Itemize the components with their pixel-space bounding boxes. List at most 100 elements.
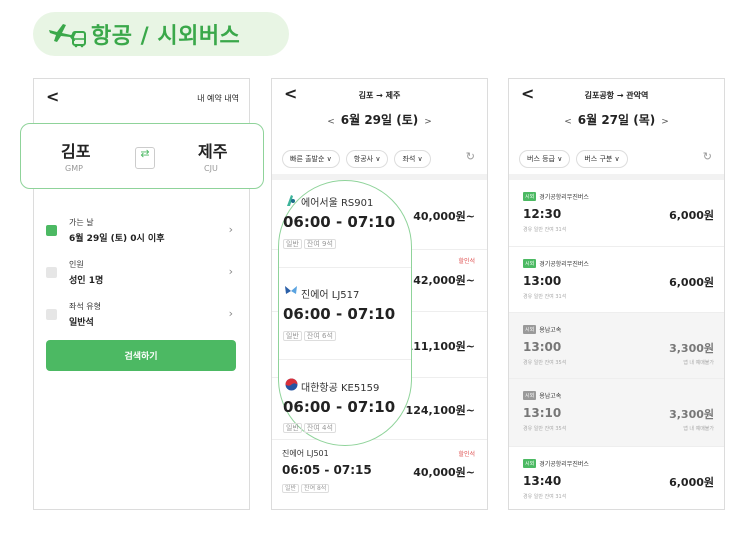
divider bbox=[279, 359, 411, 360]
departure-time: 13:00 bbox=[523, 274, 562, 288]
discount-badge: 할인석 bbox=[458, 451, 475, 458]
calendar-icon bbox=[46, 224, 57, 236]
flight-tags: 일반 잔여 6석 bbox=[283, 331, 338, 341]
row-value: 성인 1명 bbox=[69, 275, 104, 286]
bus-type-badge: 시외 bbox=[523, 259, 537, 268]
date-selector: <6월 29일 (토) > bbox=[272, 111, 487, 128]
destination-city[interactable]: 제주 bbox=[198, 138, 227, 162]
price: 42,000원~ bbox=[413, 274, 475, 287]
unavailable-note: 앱 내 예매불가 bbox=[683, 360, 714, 366]
search-button[interactable]: 검색하기 bbox=[46, 340, 236, 371]
airline-filter[interactable]: 항공사 ∨ bbox=[345, 150, 389, 168]
promo-canvas: 항공 / 시외버스 < 내 예약 내역 가는 날 6월 29일 (토) 0시 이… bbox=[0, 0, 756, 549]
price: 6,000원 bbox=[669, 276, 714, 289]
row-label: 인원 bbox=[69, 259, 84, 269]
divider bbox=[279, 267, 411, 268]
seats-tag: 잔여 8석 bbox=[301, 484, 330, 493]
price: 3,300원 bbox=[669, 342, 714, 355]
bus-company: 시외 경기공항리무진버스 bbox=[523, 459, 589, 468]
unavailable-note: 앱 내 예매불가 bbox=[683, 426, 714, 432]
next-date-button[interactable]: > bbox=[424, 117, 432, 127]
bus-tags: 경유 일반 잔여 31석 bbox=[523, 227, 567, 233]
destination-code: CJU bbox=[204, 164, 218, 173]
row-label: 가는 날 bbox=[69, 217, 94, 227]
discount-badge: 할인석 bbox=[458, 258, 475, 265]
flight-item[interactable]: 대한항공 KE5159 06:00 - 07:10 일반 잔여 4석 bbox=[279, 375, 411, 445]
back-button[interactable]: < bbox=[46, 87, 59, 106]
airline-name: 에어서울 RS901 bbox=[301, 198, 374, 209]
bus-company: 시외 용남고속 bbox=[523, 325, 561, 334]
flight-tags: 일반 잔여 9석 bbox=[283, 239, 338, 249]
passengers-row[interactable]: 인원 성인 1명 › bbox=[46, 255, 239, 289]
price: 6,000원 bbox=[669, 476, 714, 489]
flight-item[interactable]: 진에어 LJ517 06:00 - 07:10 일반 잔여 6석 bbox=[279, 281, 411, 361]
refresh-icon[interactable]: ↻ bbox=[466, 150, 475, 163]
plane-bus-icon bbox=[49, 24, 86, 48]
company-name: 경기공항리무진버스 bbox=[539, 461, 589, 468]
refresh-icon[interactable]: ↻ bbox=[703, 150, 712, 163]
bus-tags: 경유 일반 잔여 31석 bbox=[523, 294, 567, 300]
route-title: 김포공항 → 관악역 bbox=[584, 91, 649, 100]
bus-type-filter[interactable]: 버스 구분 ∨ bbox=[576, 150, 628, 168]
origin-code: GMP bbox=[65, 164, 83, 173]
bus-tags: 경유 일반 잔여 35석 bbox=[523, 426, 567, 432]
sort-filter[interactable]: 빠른 출발순 ∨ bbox=[282, 150, 340, 168]
prev-date-button[interactable]: < bbox=[564, 117, 572, 127]
swap-arrows-icon[interactable]: ⇄ bbox=[135, 147, 155, 169]
next-date-button[interactable]: > bbox=[661, 117, 669, 127]
date-label: 6월 29일 (토) bbox=[340, 113, 419, 127]
bus-type-badge: 시외 bbox=[523, 192, 537, 201]
bus-results-screen: < 김포공항 → 관악역 <6월 27일 (목) > 버스 등급 ∨ 버스 구분 … bbox=[508, 78, 725, 510]
heading-pill: 항공 / 시외버스 bbox=[33, 12, 289, 56]
departure-time: 13:10 bbox=[523, 406, 562, 420]
date-selector: <6월 27일 (목) > bbox=[509, 111, 724, 128]
departure-time: 13:00 bbox=[523, 340, 562, 354]
filter-bar: 빠른 출발순 ∨ 항공사 ∨ 좌석 ∨ bbox=[272, 144, 487, 174]
bus-tags: 경유 일반 잔여 31석 bbox=[523, 494, 567, 500]
origin-city[interactable]: 김포 bbox=[61, 138, 90, 162]
bus-tags: 경유 일반 잔여 35석 bbox=[523, 360, 567, 366]
bus-grade-filter[interactable]: 버스 등급 ∨ bbox=[519, 150, 571, 168]
bus-item[interactable]: 시외 경기공항리무진버스 13:00 6,000원 경유 일반 잔여 31석 bbox=[509, 247, 724, 313]
flight-time: 06:05 - 07:15 bbox=[282, 463, 372, 477]
bus-item[interactable]: 시외 경기공항리무진버스 12:30 6,000원 경유 일반 잔여 31석 bbox=[509, 180, 724, 247]
bus-company: 시외 경기공항리무진버스 bbox=[523, 259, 589, 268]
row-value: 일반석 bbox=[69, 317, 94, 328]
my-reservations-link[interactable]: 내 예약 내역 bbox=[197, 93, 239, 104]
price: 40,000원~ bbox=[413, 210, 475, 223]
flight-tags: 일반 잔여 8석 bbox=[282, 483, 331, 493]
airline-name: 진에어 LJ517 bbox=[301, 290, 360, 301]
chevron-right-icon: › bbox=[228, 265, 233, 278]
fare-tag: 일반 bbox=[283, 239, 302, 249]
heading-title: 항공 / 시외버스 bbox=[91, 24, 241, 49]
flight-item[interactable]: 진에어 LJ501 할인석 06:05 - 07:15 40,000원~ 일반 잔… bbox=[272, 440, 487, 509]
bus-item[interactable]: 시외 경기공항리무진버스 13:40 6,000원 경유 일반 잔여 31석 bbox=[509, 447, 724, 509]
fare-tag: 일반 bbox=[283, 331, 302, 341]
flight-tags: 일반 잔여 4석 bbox=[283, 423, 338, 433]
bus-item[interactable]: 시외 용남고속 13:00 3,300원 경유 일반 잔여 35석 앱 내 예매불… bbox=[509, 313, 724, 379]
seats-tag: 잔여 4석 bbox=[303, 423, 336, 433]
price: 40,000원~ bbox=[413, 466, 475, 479]
route-title: 김포 → 제주 bbox=[358, 91, 401, 100]
row-label: 좌석 유형 bbox=[69, 301, 101, 311]
seats-tag: 잔여 6석 bbox=[303, 331, 336, 341]
seat-type-row[interactable]: 좌석 유형 일반석 › bbox=[46, 297, 239, 331]
route-card: 김포 GMP ⇄ 제주 CJU bbox=[20, 123, 264, 189]
flight-item[interactable]: 에어서울 RS901 06:00 - 07:10 일반 잔여 9석 bbox=[279, 189, 411, 269]
seats-tag: 잔여 9석 bbox=[303, 239, 336, 249]
filter-bar: 버스 등급 ∨ 버스 구분 ∨ bbox=[509, 144, 724, 174]
seat-filter[interactable]: 좌석 ∨ bbox=[394, 150, 431, 168]
flight-time: 06:00 - 07:10 bbox=[283, 305, 396, 323]
bus-company: 시외 경기공항리무진버스 bbox=[523, 192, 589, 201]
price: 111,100원~ bbox=[405, 340, 475, 353]
departure-time: 13:40 bbox=[523, 474, 562, 488]
departure-time: 12:30 bbox=[523, 207, 562, 221]
company-name: 용남고속 bbox=[539, 327, 562, 334]
departure-date-row[interactable]: 가는 날 6월 29일 (토) 0시 이후 › bbox=[46, 213, 239, 247]
company-name: 경기공항리무진버스 bbox=[539, 194, 589, 201]
airline-name: 진에어 LJ501 bbox=[282, 449, 329, 458]
bus-item[interactable]: 시외 용남고속 13:10 3,300원 경유 일반 잔여 35석 앱 내 예매불… bbox=[509, 379, 724, 447]
prev-date-button[interactable]: < bbox=[327, 117, 335, 127]
jinair-logo-icon bbox=[285, 286, 297, 294]
bus-type-badge: 시외 bbox=[523, 391, 537, 400]
